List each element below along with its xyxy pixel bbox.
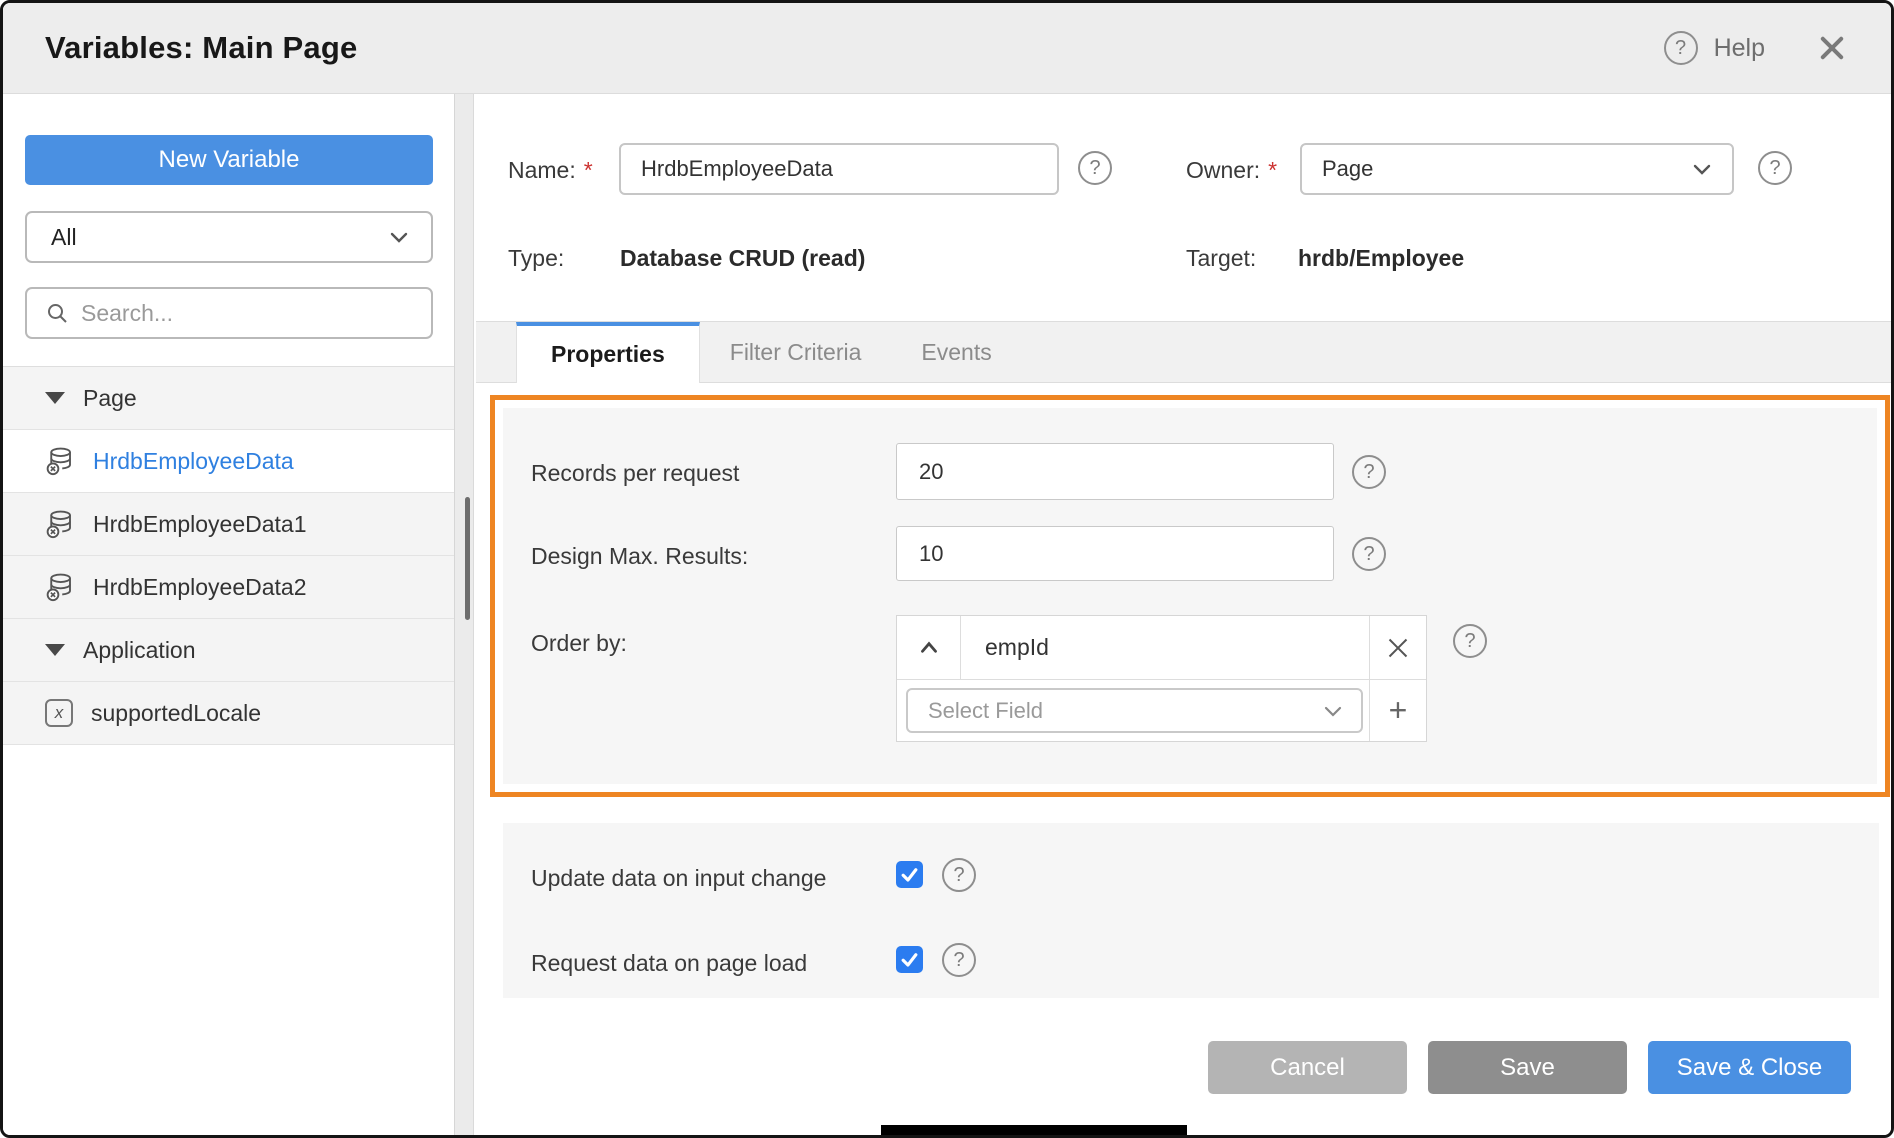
- tree-group-page[interactable]: Page: [3, 367, 454, 430]
- save-and-close-button[interactable]: Save & Close: [1648, 1041, 1851, 1094]
- owner-label: Owner:*: [1186, 157, 1277, 184]
- tree-item-label: HrdbEmployeeData2: [93, 574, 307, 601]
- tree-group-label: Page: [83, 385, 137, 412]
- type-label: Type:: [508, 245, 564, 272]
- target-value: hrdb/Employee: [1298, 245, 1464, 272]
- tree-item-hrdbemployeedata1[interactable]: HrdbEmployeeData1: [3, 493, 454, 556]
- highlighted-properties-section: Records per request ? Design Max. Result…: [490, 395, 1890, 797]
- x-icon: [1386, 636, 1410, 660]
- search-input[interactable]: [81, 300, 417, 327]
- records-per-request-help-icon[interactable]: ?: [1352, 455, 1386, 489]
- order-by-field-value[interactable]: empId: [961, 616, 1369, 680]
- sort-direction-button[interactable]: [897, 616, 961, 680]
- chevron-down-icon: [1321, 699, 1345, 723]
- help-label[interactable]: Help: [1714, 34, 1765, 63]
- tab-strip: Properties Filter Criteria Events: [476, 321, 1891, 383]
- design-max-results-label: Design Max. Results:: [531, 543, 748, 570]
- records-per-request-label: Records per request: [531, 460, 739, 487]
- name-help-icon[interactable]: ?: [1078, 151, 1112, 185]
- variables-sidebar: New Variable All Page: [3, 94, 455, 1135]
- chevron-down-icon: [1690, 157, 1714, 181]
- target-label: Target:: [1186, 245, 1256, 272]
- data-options-panel: Update data on input change ? Request da…: [503, 823, 1879, 998]
- required-asterisk: *: [584, 157, 593, 183]
- update-on-input-label: Update data on input change: [531, 865, 826, 892]
- database-icon: [45, 509, 75, 539]
- new-variable-button[interactable]: New Variable: [25, 135, 433, 185]
- help-icon[interactable]: ?: [1664, 31, 1698, 65]
- request-on-load-help-icon[interactable]: ?: [942, 943, 976, 977]
- order-by-widget: empId Select Field +: [896, 615, 1427, 742]
- update-on-input-checkbox[interactable]: [896, 861, 923, 888]
- caret-down-icon: [45, 644, 65, 656]
- owner-help-icon[interactable]: ?: [1758, 151, 1792, 185]
- name-label: Name:*: [508, 157, 593, 184]
- remove-order-field-button[interactable]: [1369, 616, 1426, 680]
- bottom-edge-artifact: [881, 1125, 1187, 1138]
- variable-filter-dropdown[interactable]: All: [25, 211, 433, 263]
- select-field-placeholder: Select Field: [928, 698, 1043, 724]
- chevron-up-icon: [916, 635, 942, 661]
- type-value: Database CRUD (read): [620, 245, 865, 272]
- variable-detail-panel: Name:* ? Owner:* Page ? Type: Database C…: [474, 94, 1891, 1135]
- order-by-help-icon[interactable]: ?: [1453, 624, 1487, 658]
- tree-item-hrdbemployeedata2[interactable]: HrdbEmployeeData2: [3, 556, 454, 619]
- required-asterisk: *: [1268, 157, 1277, 183]
- close-icon[interactable]: [1815, 31, 1849, 65]
- name-input[interactable]: [619, 143, 1059, 195]
- tab-properties[interactable]: Properties: [516, 322, 700, 383]
- properties-panel: Records per request ? Design Max. Result…: [503, 408, 1877, 784]
- search-box: [25, 287, 433, 339]
- variables-dialog: Variables: Main Page ? Help New Variable…: [0, 0, 1894, 1138]
- variable-filter-value: All: [51, 224, 77, 251]
- save-button[interactable]: Save: [1428, 1041, 1627, 1094]
- request-on-load-checkbox[interactable]: [896, 946, 923, 973]
- request-on-load-label: Request data on page load: [531, 950, 807, 977]
- records-per-request-input[interactable]: [896, 443, 1334, 500]
- caret-down-icon: [45, 392, 65, 404]
- design-max-results-help-icon[interactable]: ?: [1352, 537, 1386, 571]
- add-order-field-button[interactable]: +: [1369, 680, 1426, 741]
- sidebar-scrollbar-thumb[interactable]: [465, 497, 470, 620]
- dialog-title: Variables: Main Page: [45, 30, 357, 66]
- cancel-button[interactable]: Cancel: [1208, 1041, 1407, 1094]
- tree-group-application[interactable]: Application: [3, 619, 454, 682]
- design-max-results-input[interactable]: [896, 526, 1334, 581]
- search-icon: [45, 301, 69, 325]
- tab-events[interactable]: Events: [891, 322, 1021, 382]
- update-on-input-help-icon[interactable]: ?: [942, 858, 976, 892]
- tree-item-label: HrdbEmployeeData: [93, 448, 294, 475]
- tree-group-label: Application: [83, 637, 196, 664]
- tree-item-supportedlocale[interactable]: x supportedLocale: [3, 682, 454, 745]
- select-field-dropdown[interactable]: Select Field: [906, 688, 1363, 733]
- tab-filter-criteria[interactable]: Filter Criteria: [700, 322, 892, 382]
- sidebar-scrollbar: [455, 94, 474, 1135]
- checkmark-icon: [900, 865, 919, 884]
- owner-select[interactable]: Page: [1300, 143, 1734, 195]
- tree-item-hrdbemployeedata[interactable]: HrdbEmployeeData: [3, 430, 454, 493]
- tree-item-label: HrdbEmployeeData1: [93, 511, 307, 538]
- order-by-label: Order by:: [531, 630, 627, 657]
- owner-select-value: Page: [1322, 156, 1373, 182]
- database-icon: [45, 572, 75, 602]
- variables-tree: Page HrdbEmployeeData: [3, 366, 454, 745]
- chevron-down-icon: [387, 225, 411, 249]
- checkmark-icon: [900, 950, 919, 969]
- database-icon: [45, 446, 75, 476]
- dialog-header: Variables: Main Page ? Help: [3, 3, 1891, 94]
- tree-item-label: supportedLocale: [91, 700, 261, 727]
- text-variable-icon: x: [45, 699, 73, 727]
